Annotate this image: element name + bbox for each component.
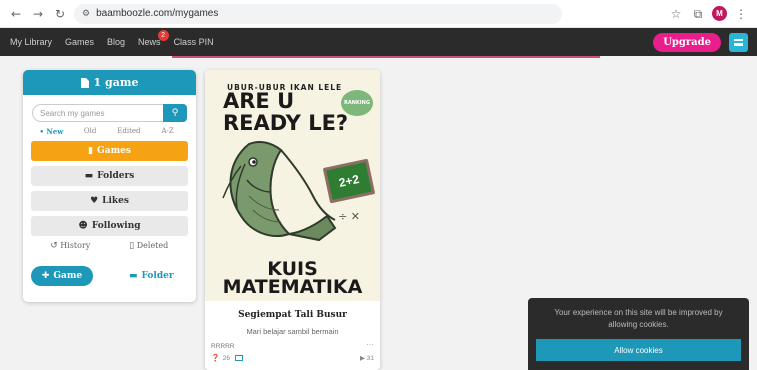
chalkboard: 2+2: [322, 158, 376, 204]
history-label: History: [60, 241, 91, 250]
library-panel-header: 1 game: [23, 70, 196, 95]
library-panel: 1 game ⚲ • New Old Edited A-Z ▮ Games ▬ …: [23, 70, 196, 302]
play-count-value: 31: [366, 355, 374, 362]
plus-icon: ✚: [41, 271, 50, 281]
document-icon: [80, 77, 89, 88]
cookie-banner: Your experience on this site will be imp…: [528, 298, 749, 370]
library-nav-folders[interactable]: ▬ Folders: [31, 166, 188, 186]
play-count: ▶ 31: [360, 354, 374, 362]
library-nav-games[interactable]: ▮ Games: [31, 141, 188, 161]
cover-bottom-title: KUIS MATEMATIKA: [205, 260, 380, 298]
address-bar[interactable]: ⚙ baamboozle.com/mygames: [74, 3, 562, 24]
math-symbols: ÷ ✕: [338, 210, 360, 223]
add-folder-label: Folder: [141, 271, 174, 281]
forward-arrow-icon[interactable]: →: [30, 6, 46, 22]
news-badge: 2: [157, 30, 169, 41]
game-card[interactable]: UBUR-UBUR IKAN LELE ARE U READY LE? RANK…: [205, 70, 380, 370]
question-icon: ❓: [211, 354, 220, 362]
game-description: Mari belajar sambil bermain: [246, 327, 339, 336]
history-deleted-row: ↺ History ▯ Deleted: [31, 241, 188, 256]
browser-menu-icon[interactable]: ⋮: [733, 6, 749, 22]
library-nav-likes-label: Likes: [102, 196, 129, 206]
site-navbar: My Library Games Blog News 2 Class PIN Up…: [0, 28, 757, 56]
search-icon: ⚲: [171, 108, 179, 118]
folder-icon: ▬: [129, 271, 138, 281]
library-nav-likes[interactable]: ♥ Likes: [31, 191, 188, 211]
add-game-button[interactable]: ✚ Game: [31, 266, 93, 286]
add-folder-button[interactable]: ▬ Folder: [129, 271, 174, 281]
heart-icon: ♥: [90, 196, 99, 206]
library-nav-following-label: Following: [91, 221, 141, 231]
nav-blog[interactable]: Blog: [107, 37, 125, 47]
nav-my-library[interactable]: My Library: [10, 37, 52, 47]
nav-news-label: News: [138, 37, 161, 47]
library-nav-folders-label: Folders: [97, 171, 135, 181]
play-icon: ▶: [359, 354, 365, 362]
bookmark-star-icon[interactable]: ☆: [668, 6, 684, 22]
image-icon: [234, 355, 243, 361]
folder-icon: ▬: [84, 171, 94, 181]
game-count: 1 game: [93, 76, 139, 89]
deleted-link[interactable]: ▯ Deleted: [110, 241, 189, 256]
nav-class-pin[interactable]: Class PIN: [174, 37, 214, 47]
profile-avatar[interactable]: M: [712, 6, 727, 21]
sort-options: • New Old Edited A-Z: [23, 127, 196, 136]
catfish-illustration: [222, 141, 337, 242]
history-icon: ↺: [50, 241, 58, 251]
upgrade-button[interactable]: Upgrade: [653, 33, 721, 52]
game-title[interactable]: Segiempat Tali Busur: [205, 310, 380, 320]
game-author: RRRRR: [211, 343, 235, 350]
sort-edited[interactable]: Edited: [110, 127, 149, 136]
sort-a-z[interactable]: A-Z: [148, 127, 187, 136]
cover-headline-line1: ARE U: [223, 89, 295, 113]
deleted-label: Deleted: [136, 241, 169, 250]
more-options-icon[interactable]: ···: [366, 340, 374, 349]
cover-headline-line2: READY LE?: [223, 111, 349, 135]
history-link[interactable]: ↺ History: [31, 241, 110, 256]
back-arrow-icon[interactable]: ←: [8, 6, 24, 22]
cover-bottom-line2: MATEMATIKA: [222, 276, 363, 298]
file-icon: ▮: [88, 146, 94, 156]
reload-icon[interactable]: ↻: [52, 6, 68, 22]
library-nav-following[interactable]: ☻ Following: [31, 216, 188, 236]
sort-new[interactable]: • New: [32, 127, 71, 136]
create-buttons: ✚ Game ▬ Folder: [31, 266, 196, 286]
game-stats: ❓ 26: [211, 354, 243, 362]
search-button[interactable]: ⚲: [163, 104, 187, 122]
question-count: 26: [222, 354, 230, 362]
library-nav-games-label: Games: [97, 146, 131, 156]
url-text: baamboozle.com/mygames: [96, 8, 219, 19]
users-icon: ☻: [78, 221, 88, 231]
cookie-message: Your experience on this site will be imp…: [554, 308, 723, 329]
game-cover-image[interactable]: UBUR-UBUR IKAN LELE ARE U READY LE? RANK…: [205, 70, 380, 301]
trash-icon: ▯: [129, 241, 135, 251]
accent-divider: [172, 56, 600, 58]
add-game-label: Game: [53, 271, 83, 281]
hamburger-menu-button[interactable]: [729, 33, 748, 52]
nav-news[interactable]: News 2: [138, 30, 169, 47]
allow-cookies-button[interactable]: Allow cookies: [536, 339, 741, 361]
browser-toolbar: ← → ↻ ⚙ baamboozle.com/mygames ☆ ⧉ M ⋮: [0, 0, 757, 28]
cover-stamp: RANKING: [341, 90, 373, 116]
sort-old[interactable]: Old: [71, 127, 110, 136]
extensions-icon[interactable]: ⧉: [690, 6, 706, 22]
hamburger-icon: [734, 39, 743, 46]
search-bar: ⚲: [32, 104, 187, 122]
cover-headline: ARE U READY LE?: [223, 90, 348, 134]
nav-games[interactable]: Games: [65, 37, 94, 47]
search-input[interactable]: [32, 104, 163, 122]
site-settings-icon[interactable]: ⚙: [82, 9, 90, 19]
